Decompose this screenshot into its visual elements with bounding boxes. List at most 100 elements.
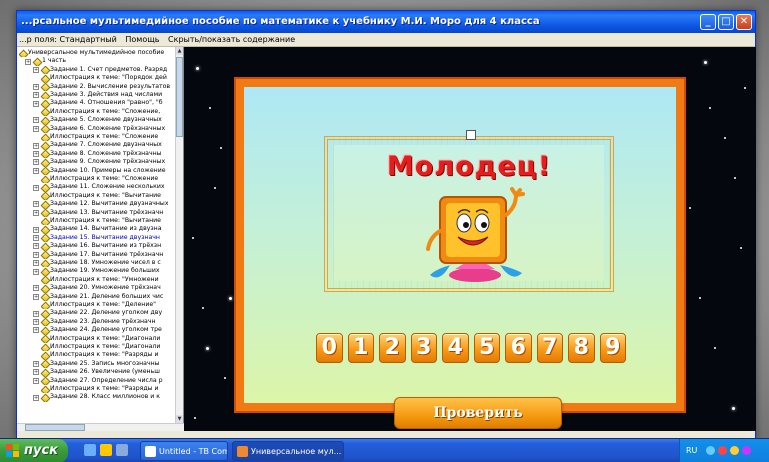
tree-item[interactable]: Иллюстрация к теме: "Диагонали	[41, 343, 160, 351]
tree-item[interactable]: + Задание 27. Определение числа р	[33, 377, 163, 385]
tree-item[interactable]: Иллюстрация к теме: "Сложение,	[41, 108, 160, 116]
tree-item[interactable]: + Задание 4. Отношения "равно", "б	[33, 99, 163, 107]
tree-item[interactable]: + Задание 7. Сложение двузначных	[33, 141, 162, 149]
tree-item[interactable]: + Задание 11. Сложение нескольких	[33, 183, 165, 191]
tree-item[interactable]: Иллюстрация к теме: "Разряды и	[41, 351, 159, 359]
expand-toggle-icon[interactable]: +	[33, 243, 39, 250]
expand-toggle-icon[interactable]: +	[33, 369, 39, 376]
expand-toggle-icon[interactable]: +	[33, 251, 39, 258]
menu-item-field-size[interactable]: ...р поля: Стандартный	[19, 35, 117, 44]
tree-item[interactable]: + Задание 26. Увеличение (уменьш	[33, 368, 160, 376]
tree-item[interactable]: Иллюстрация к теме: "Деление"	[41, 301, 156, 309]
expand-toggle-icon[interactable]: +	[33, 125, 39, 132]
expand-toggle-icon[interactable]: +	[33, 201, 39, 208]
expand-toggle-icon[interactable]: +	[33, 285, 39, 292]
digit-6-button[interactable]: 6	[505, 333, 532, 363]
tree-item[interactable]: + Задание 17. Вычитание трёхзначн	[33, 251, 163, 259]
tree-item[interactable]: + Задание 14. Вычитание из двузна	[33, 225, 162, 233]
expand-toggle-icon[interactable]: +	[33, 318, 39, 325]
horizontal-scrollbar[interactable]	[17, 423, 184, 431]
minimize-button[interactable]: _	[700, 14, 716, 30]
tree-item[interactable]: Иллюстрация к теме: "Вычитание	[41, 192, 161, 200]
digit-3-button[interactable]: 3	[410, 333, 437, 363]
expand-toggle-icon[interactable]: +	[33, 293, 39, 300]
tree-item[interactable]: + Задание 12. Вычитание двузначных	[33, 200, 168, 208]
expand-toggle-icon[interactable]: +	[33, 394, 39, 401]
tree-item[interactable]: Иллюстрация к теме: "Диагонали	[41, 335, 160, 343]
tree-item[interactable]: Иллюстрация к теме: "Умножени	[41, 276, 159, 284]
close-button[interactable]: ✕	[736, 14, 752, 30]
tree-item[interactable]: + Задание 2. Вычисление результатов	[33, 83, 170, 91]
tree-item[interactable]: + Задание 20. Умножение трёхзнач	[33, 284, 161, 292]
expand-toggle-icon[interactable]: +	[33, 327, 39, 334]
menu-item-help[interactable]: Помощь	[125, 35, 159, 44]
expand-toggle-icon[interactable]: +	[33, 117, 39, 124]
expand-toggle-icon[interactable]: +	[33, 66, 39, 73]
network-icon[interactable]	[706, 446, 715, 455]
scroll-down-arrow-icon[interactable]: ▼	[176, 415, 183, 423]
expand-toggle-icon[interactable]: +	[33, 150, 39, 157]
expand-toggle-icon[interactable]: +	[33, 360, 39, 367]
ie-icon[interactable]	[84, 444, 96, 456]
tree-item[interactable]: + Задание 6. Сложение трёхзначных	[33, 125, 165, 133]
tree-item[interactable]: + Задание 22. Деление уголком дву	[33, 309, 162, 317]
tree-item[interactable]: Иллюстрация к теме: "Сложение	[41, 175, 158, 183]
expand-toggle-icon[interactable]: +	[33, 226, 39, 233]
tree-item[interactable]: Универсальное мультимедийное пособие	[19, 49, 164, 57]
title-bar[interactable]: ...рсальное мультимедийное пособие по ма…	[17, 11, 755, 33]
tree-item[interactable]: + Задание 3. Действия над числами	[33, 91, 162, 99]
check-solution-button[interactable]: Проверить решение	[394, 397, 562, 429]
start-button[interactable]: пуск	[0, 439, 68, 462]
expand-toggle-icon[interactable]: +	[33, 184, 39, 191]
expand-toggle-icon[interactable]: +	[33, 260, 39, 267]
expand-toggle-icon[interactable]: +	[25, 58, 31, 65]
tree-item[interactable]: + Задание 15. Вычитание двузначн	[33, 234, 160, 242]
digit-8-button[interactable]: 8	[568, 333, 595, 363]
expand-toggle-icon[interactable]: +	[33, 310, 39, 317]
tree-item[interactable]: + Задание 21. Деление больших чис	[33, 293, 163, 301]
tree-item[interactable]: + Задание 28. Класс миллионов и к	[33, 393, 160, 401]
tree-item[interactable]: + Задание 18. Умножение чисел в с	[33, 259, 161, 267]
tree-item[interactable]: + Задание 5. Сложение двузначных	[33, 116, 162, 124]
digit-7-button[interactable]: 7	[536, 333, 563, 363]
digit-4-button[interactable]: 4	[442, 333, 469, 363]
tree-item[interactable]: Иллюстрация к теме: "Порядок дей	[41, 74, 167, 82]
tray-k-icon[interactable]	[742, 446, 751, 455]
scroll-up-arrow-icon[interactable]: ▲	[176, 47, 183, 55]
tree-item[interactable]: + Задание 23. Деление трёхзначн	[33, 318, 156, 326]
hscroll-thumb[interactable]	[25, 424, 85, 431]
tree-item[interactable]: + Задание 16. Вычитание из трёхзн	[33, 242, 161, 250]
desktop-icon[interactable]	[116, 444, 128, 456]
expand-toggle-icon[interactable]: +	[33, 92, 39, 99]
scroll-thumb[interactable]	[176, 57, 183, 137]
tree-item[interactable]: +1 часть	[25, 57, 66, 65]
tree-item[interactable]: + Задание 9. Сложение трёхзначных	[33, 158, 165, 166]
antivirus-icon[interactable]	[718, 446, 727, 455]
tree-item[interactable]: Иллюстрация к теме: "Разряды и	[41, 385, 159, 393]
expand-toggle-icon[interactable]: +	[33, 268, 39, 275]
tree-item[interactable]: + Задание 19. Умножение больших	[33, 267, 160, 275]
expand-toggle-icon[interactable]: +	[33, 142, 39, 149]
tree-item[interactable]: Иллюстрация к теме: "Сложение	[41, 133, 158, 141]
tray-app-icon[interactable]	[730, 446, 739, 455]
digit-9-button[interactable]: 9	[599, 333, 626, 363]
digit-2-button[interactable]: 2	[379, 333, 406, 363]
digit-0-button[interactable]: 0	[316, 333, 343, 363]
tree-item[interactable]: + Задание 25. Запись многозначны	[33, 360, 160, 368]
digit-1-button[interactable]: 1	[347, 333, 374, 363]
tree-item[interactable]: + Задание 24. Деление уголком тре	[33, 326, 162, 334]
tree-item[interactable]: + Задание 1. Счет предметов. Разряд	[33, 66, 167, 74]
expand-toggle-icon[interactable]: +	[33, 209, 39, 216]
expand-toggle-icon[interactable]: +	[33, 377, 39, 384]
tree-item[interactable]: + Задание 10. Примеры на сложение	[33, 167, 166, 175]
language-indicator[interactable]: RU	[686, 446, 697, 455]
vertical-scrollbar[interactable]: ▲ ▼	[175, 47, 183, 423]
expand-toggle-icon[interactable]: +	[33, 100, 39, 107]
folder-icon[interactable]	[100, 444, 112, 456]
tree-item[interactable]: + Задание 13. Вычитание трёхзначн	[33, 209, 163, 217]
expand-toggle-icon[interactable]: +	[33, 167, 39, 174]
menu-item-toggle-contents[interactable]: Скрыть/показать содержание	[168, 35, 295, 44]
tree-item[interactable]: + Задание 8. Сложение трёхзначны	[33, 150, 162, 158]
taskbar-button-manual[interactable]: Универсальное мул...	[232, 441, 344, 461]
expand-toggle-icon[interactable]: +	[33, 159, 39, 166]
